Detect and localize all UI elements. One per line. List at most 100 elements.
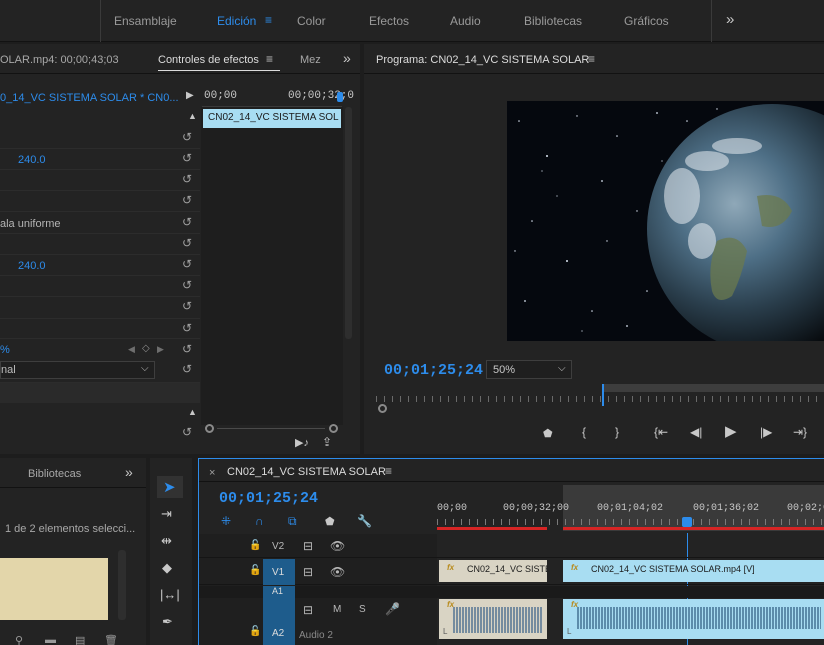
libraries-tab[interactable]: Bibliotecas — [28, 468, 81, 480]
time-ruler[interactable]: 00;00 00;00;32;00 00;01;04;02 00;01;36;0… — [437, 483, 824, 533]
workspace-tab-audio[interactable]: Audio — [450, 14, 481, 28]
audio-mixer-tab[interactable]: Mez — [300, 54, 321, 66]
timeline-timecode[interactable]: 00;01;25;24 — [219, 490, 318, 507]
reset-icon[interactable]: ↺ — [180, 299, 194, 313]
workspace-menu-icon[interactable]: ≡ — [265, 13, 272, 27]
sequence-tab[interactable]: CN02_14_VC SISTEMA SOLAR — [227, 466, 386, 478]
panel-overflow-icon[interactable]: » — [343, 50, 351, 66]
step-forward-icon[interactable]: |▶ — [760, 425, 772, 439]
workspace-tab-color[interactable]: Color — [297, 14, 326, 28]
reset-icon[interactable]: ↺ — [180, 130, 194, 144]
reset-icon[interactable]: ↺ — [180, 193, 194, 207]
zoom-handle-right[interactable] — [329, 424, 338, 433]
wrench-icon[interactable]: 🔧 — [357, 514, 372, 528]
expand-play-icon[interactable]: ▶ — [186, 90, 194, 101]
new-bin-icon[interactable]: ▬ — [45, 634, 56, 645]
eye-icon[interactable]: 👁 — [330, 565, 345, 579]
workspace-tab-assembly[interactable]: Ensamblaje — [114, 14, 177, 28]
program-timecode[interactable]: 00;01;25;24 — [384, 362, 483, 379]
play-icon[interactable]: ▶ — [725, 422, 737, 440]
ripple-edit-tool-icon[interactable]: ⇹ — [161, 533, 172, 549]
linked-selection-icon[interactable]: ⧉ — [288, 514, 297, 529]
track-label-a2[interactable]: A2 — [272, 628, 284, 639]
track-label-v2[interactable]: V2 — [272, 541, 284, 552]
reset-icon[interactable]: ↺ — [180, 257, 194, 271]
solo-button[interactable]: S — [359, 604, 366, 615]
microphone-icon[interactable]: 🎤 — [385, 602, 400, 616]
reset-icon[interactable]: ↺ — [180, 236, 194, 250]
workspace-overflow-icon[interactable]: » — [726, 11, 734, 28]
mini-timeline-zoom-bar[interactable] — [205, 424, 338, 434]
panel-overflow-icon[interactable]: » — [125, 464, 133, 480]
clip-thumbnail[interactable] — [0, 558, 108, 620]
panel-menu-icon[interactable]: ≡ — [266, 52, 273, 66]
mini-timeline-area[interactable] — [201, 107, 343, 425]
scale-width-value[interactable]: 240.0 — [18, 260, 46, 272]
audio-clip[interactable]: fx L — [563, 599, 824, 639]
zoom-handle-left[interactable] — [378, 404, 387, 413]
track-select-tool-icon[interactable]: ⇥ — [161, 506, 172, 522]
reset-icon[interactable]: ↺ — [180, 278, 194, 292]
program-video-frame[interactable] — [507, 101, 824, 341]
vertical-scrollbar[interactable] — [345, 107, 352, 339]
mini-playhead[interactable] — [337, 92, 343, 102]
timeline-playhead-handle[interactable] — [682, 517, 692, 527]
video-clip[interactable]: fx CN02_14_VC SISTEMA SOLAR.mp4 [V] — [563, 560, 824, 582]
nest-icon[interactable]: ⁜ — [221, 514, 231, 528]
track-label-v1[interactable]: V1 — [272, 567, 284, 578]
go-to-out-icon[interactable]: ⇥} — [793, 425, 807, 439]
panel-menu-icon[interactable]: ≡ — [385, 464, 392, 478]
reset-icon[interactable]: ↺ — [180, 151, 194, 165]
mute-button[interactable]: M — [333, 604, 341, 615]
prev-keyframe-icon[interactable]: ◀ — [128, 344, 135, 355]
add-marker-icon[interactable]: ⬟ — [325, 515, 335, 528]
mark-in-icon[interactable]: { — [582, 425, 586, 439]
trash-icon[interactable]: 🗑 — [104, 634, 118, 645]
reset-icon[interactable]: ↺ — [180, 172, 194, 186]
source-tab[interactable]: OLAR.mp4: 00;00;43;03 — [0, 54, 119, 66]
mark-out-icon[interactable]: } — [615, 425, 619, 439]
reset-icon[interactable]: ↺ — [180, 321, 194, 335]
selection-tool-icon[interactable]: ➤ — [163, 478, 176, 496]
reset-icon[interactable]: ↺ — [180, 362, 194, 376]
reset-icon[interactable]: ↺ — [180, 425, 194, 439]
audio-clip[interactable]: fx L — [439, 599, 547, 639]
go-to-in-icon[interactable]: {⇤ — [654, 425, 668, 439]
new-item-icon[interactable]: ▤ — [75, 634, 85, 645]
pen-tool-icon[interactable]: ✒ — [162, 614, 173, 630]
close-icon[interactable]: × — [209, 467, 215, 479]
lock-icon[interactable]: 🔓 — [249, 626, 261, 637]
zoom-level-dropdown[interactable]: 50% ⌵ — [486, 360, 572, 379]
video-clip[interactable]: fx CN02_14_VC SISTEM — [439, 560, 547, 582]
mini-timeline-clip[interactable]: CN02_14_VC SISTEMA SOL — [203, 109, 341, 128]
panel-menu-icon[interactable]: ≡ — [588, 52, 595, 66]
next-keyframe-icon[interactable]: ▶ — [157, 344, 164, 355]
lock-icon[interactable]: 🔓 — [249, 540, 261, 551]
export-frame-icon[interactable]: ⇪ — [322, 435, 332, 449]
program-monitor-title[interactable]: Programa: CN02_14_VC SISTEMA SOLAR — [376, 54, 589, 66]
step-back-icon[interactable]: ◀| — [690, 425, 702, 439]
workspace-tab-effects[interactable]: Efectos — [369, 14, 409, 28]
add-marker-icon[interactable]: ⬟ — [543, 427, 553, 440]
track-label-a1[interactable]: A1 — [272, 586, 283, 596]
snap-icon[interactable]: ∩ — [255, 514, 264, 528]
add-keyframe-icon[interactable]: ◇ — [142, 343, 150, 354]
reset-icon[interactable]: ↺ — [180, 215, 194, 229]
razor-tool-icon[interactable]: ◆ — [162, 560, 172, 576]
eye-icon[interactable]: 👁 — [330, 539, 345, 553]
play-audio-icon[interactable]: ▶♪ — [295, 436, 309, 449]
lock-icon[interactable]: 🔓 — [249, 565, 261, 576]
program-scrub-bar[interactable] — [376, 384, 824, 413]
workspace-tab-graphics[interactable]: Gráficos — [624, 14, 669, 28]
effect-controls-tab[interactable]: Controles de efectos — [158, 54, 259, 66]
blend-mode-dropdown[interactable]: nal ⌵ — [0, 361, 155, 379]
workspace-tab-editing[interactable]: Edición — [217, 14, 256, 28]
sync-lock-icon[interactable]: ⊟ — [303, 565, 313, 579]
collapse-icon[interactable]: ▲ — [188, 407, 197, 417]
workspace-tab-libraries[interactable]: Bibliotecas — [524, 14, 582, 28]
collapse-icon[interactable]: ▲ — [188, 111, 197, 121]
zoom-handle-left[interactable] — [205, 424, 214, 433]
sync-lock-icon[interactable]: ⊟ — [303, 603, 313, 617]
scale-height-value[interactable]: 240.0 — [18, 154, 46, 166]
vertical-scrollbar[interactable] — [118, 550, 126, 620]
